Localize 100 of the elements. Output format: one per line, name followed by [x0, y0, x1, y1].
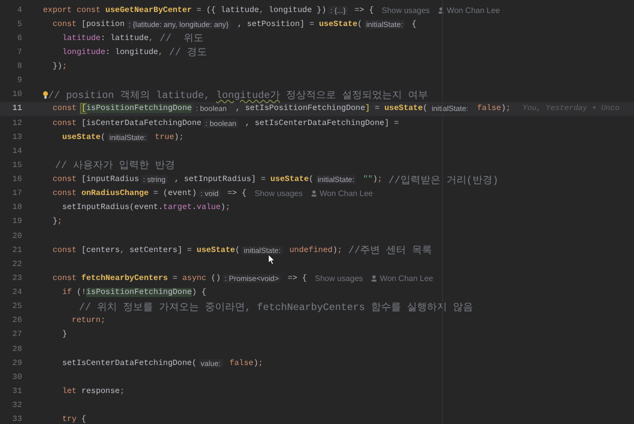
code-punctuation: , — [158, 48, 164, 57]
code-text: = — [374, 104, 381, 114]
show-usages-link[interactable]: Show usages — [254, 189, 303, 198]
code-text: : longitude — [105, 48, 158, 57]
author-hint[interactable]: Won Chan Lee — [438, 6, 500, 15]
code-text: = — [172, 274, 178, 283]
code-punctuation: ; — [178, 132, 184, 142]
person-icon — [370, 274, 377, 282]
line-number: 9 — [16, 76, 22, 86]
line-number: 10 — [11, 90, 22, 100]
code-comment: // 위도 — [158, 32, 204, 46]
code-keyword: false — [228, 358, 254, 368]
code-text: [inputRadius — [80, 175, 140, 184]
code-text: ( — [357, 20, 362, 29]
code-text: (! — [76, 288, 86, 298]
code-punctuation: ; — [337, 246, 342, 255]
code-keyword: const — [52, 189, 78, 198]
code-text: setInputRadius(event. — [61, 203, 164, 212]
function-name: useState — [318, 20, 358, 29]
code-text: longitude }) — [268, 6, 326, 15]
line-number: 21 — [11, 246, 22, 255]
code-keyword: undefined — [288, 246, 333, 255]
code-text: = ({ latitude — [196, 6, 260, 15]
code-punctuation: ; — [120, 386, 125, 396]
code-text: ( — [235, 246, 240, 255]
code-text: () — [210, 274, 221, 283]
line-number: 17 — [11, 189, 22, 198]
code-keyword: let — [61, 386, 77, 396]
property-name: value — [196, 203, 221, 212]
code-punctuation: ; — [57, 217, 62, 226]
author-hint[interactable]: Won Chan Lee — [370, 274, 434, 283]
line-number: 24 — [11, 288, 22, 298]
code-text: } — [61, 330, 68, 340]
code-keyword: const — [52, 246, 77, 255]
function-name: useState — [61, 132, 101, 142]
code-keyword: const — [52, 118, 77, 128]
function-name: fetchNearbyCenters — [81, 274, 168, 283]
code-keyword: if — [61, 288, 72, 298]
show-usages-link[interactable]: Show usages — [382, 6, 430, 15]
code-text: ) — [220, 203, 226, 212]
code-punctuation: ; — [62, 62, 68, 72]
line-number: 18 — [11, 203, 22, 212]
code-text: => { — [226, 189, 247, 198]
code-comment: // 사용자가 입력한 반경 — [54, 160, 176, 172]
code-keyword: true — [154, 132, 174, 142]
code-comment: // 위치 정보를 가져오는 중이라면, fetchNearbyCenters 함수를 실행하지 않음 — [78, 302, 474, 314]
line-number: 4 — [16, 6, 22, 15]
code-keyword: const — [52, 274, 78, 283]
mouse-pointer-icon — [268, 254, 275, 265]
line-number: 27 — [11, 330, 22, 340]
show-usages-link[interactable]: Show usages — [314, 274, 363, 283]
code-keyword: const — [52, 104, 78, 114]
code-text: [position — [80, 20, 125, 29]
line-number: 5 — [16, 20, 22, 29]
code-text: => { — [354, 6, 374, 15]
code-text: }) — [52, 62, 62, 72]
code-comment: // 경도 — [168, 46, 208, 60]
code-punctuation: , — [259, 6, 264, 15]
highlighted-identifier: isPositionFetchingDone — [86, 288, 192, 298]
code-keyword: export const — [43, 6, 102, 15]
line-number: 15 — [11, 160, 22, 170]
code-text: . — [192, 203, 197, 212]
function-name: useState — [196, 246, 236, 255]
line-number: 32 — [11, 401, 22, 410]
property-name: longitude — [61, 48, 106, 57]
code-text: , setIsPositionFetchingDone — [234, 104, 366, 114]
code-punctuation: , — [148, 34, 154, 43]
function-name: useState — [270, 175, 309, 184]
line-number: 26 — [11, 316, 22, 326]
code-text: = (event) — [152, 189, 197, 198]
code-punctuation: ; — [506, 104, 511, 114]
line-number: 6 — [16, 34, 22, 43]
misspelled-word: longitude가 — [216, 90, 280, 102]
code-keyword: const — [52, 175, 77, 184]
line-number: 13 — [11, 132, 22, 142]
person-icon — [310, 190, 317, 198]
code-keyword: return — [70, 316, 101, 326]
lightbulb-icon[interactable] — [43, 90, 48, 99]
line-number: 19 — [11, 217, 22, 226]
code-text: ) — [501, 104, 506, 114]
matched-bracket: ] — [365, 104, 370, 114]
property-name: target — [163, 203, 192, 212]
code-keyword: const — [52, 20, 77, 29]
code-text: => { — [286, 274, 307, 283]
code-keyword: false — [476, 104, 502, 114]
code-text: ) — [332, 246, 338, 255]
code-text: } — [52, 217, 58, 226]
code-text: [isCenterDataFetchingDone — [80, 118, 202, 128]
code-comment: //입력받은 거리(반경) — [387, 174, 498, 187]
code-comment: 정상적으로 설정되었는지 여부 — [285, 90, 428, 102]
code-text: ) { — [192, 288, 206, 298]
code-text: : latitude — [100, 34, 149, 43]
line-number: 20 — [11, 232, 22, 241]
code-text: setIsCenterDataFetchingDone( — [61, 358, 197, 368]
line-number: 16 — [11, 175, 22, 184]
code-text: , setIsCenterDataFetchingDone] = — [244, 118, 399, 128]
person-icon — [438, 6, 444, 14]
line-number: 14 — [11, 146, 22, 156]
line-number: 28 — [11, 344, 22, 354]
author-hint[interactable]: Won Chan Lee — [310, 189, 373, 198]
